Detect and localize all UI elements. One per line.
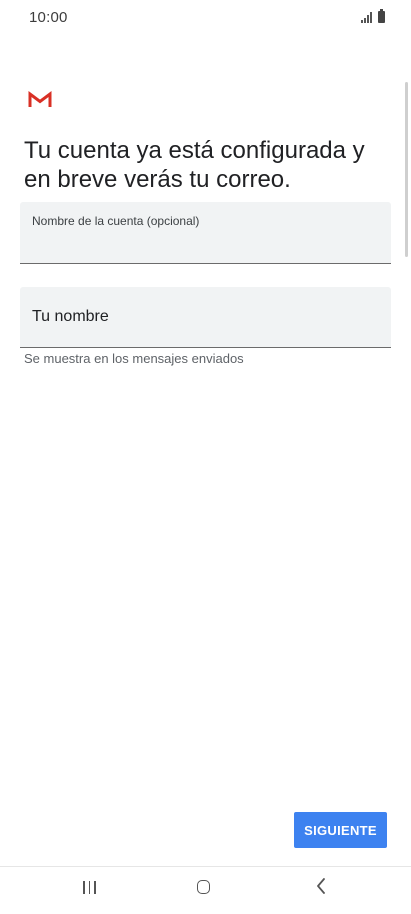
scroll-indicator[interactable] (405, 82, 408, 257)
gmail-logo-icon (28, 91, 52, 107)
your-name-placeholder: Tu nombre (32, 308, 109, 325)
navigation-bar (0, 867, 411, 914)
battery-icon (378, 9, 385, 23)
signal-icon (361, 12, 372, 23)
page-title: Tu cuenta ya está configurada y en breve… (24, 137, 365, 193)
your-name-field[interactable]: Tu nombre (20, 287, 391, 348)
back-icon[interactable] (314, 876, 328, 896)
your-name-helper-text: Se muestra en los mensajes enviados (24, 351, 244, 366)
status-icons (361, 9, 385, 23)
status-time: 10:00 (29, 9, 68, 26)
recent-apps-icon[interactable] (83, 881, 96, 894)
status-bar: 10:00 (0, 0, 411, 36)
home-icon[interactable] (197, 880, 210, 894)
account-name-field[interactable]: Nombre de la cuenta (opcional) (20, 202, 391, 264)
next-button[interactable]: SIGUIENTE (294, 812, 387, 848)
account-name-label: Nombre de la cuenta (opcional) (32, 214, 200, 228)
